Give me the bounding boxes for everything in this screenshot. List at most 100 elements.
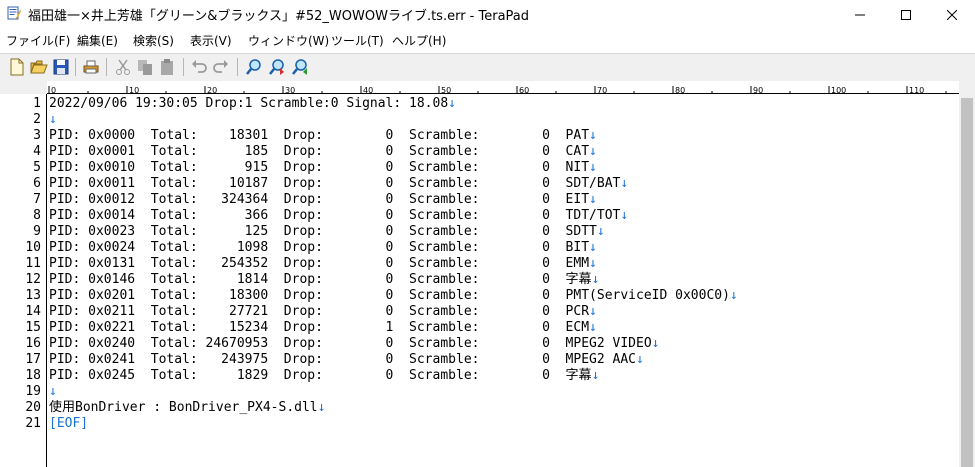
line-number: 12 (25, 272, 41, 287)
line-break-marker: ↓ (49, 384, 57, 399)
menu-view[interactable]: 表示(V) (190, 32, 232, 49)
find-prev-icon[interactable] (291, 58, 309, 76)
toolbar-separator (75, 58, 76, 76)
text-line[interactable]: PID: 0x0241 Total: 243975 Drop: 0 Scramb… (49, 352, 644, 368)
text-line[interactable]: PID: 0x0201 Total: 18300 Drop: 0 Scrambl… (49, 288, 738, 304)
text-line[interactable]: PID: 0x0014 Total: 366 Drop: 0 Scramble:… (49, 208, 628, 224)
close-button[interactable] (929, 0, 975, 29)
ruler-label: 30 (285, 86, 295, 94)
line-text: PID: 0x0240 Total: 24670953 Drop: 0 Scra… (49, 336, 652, 351)
cut-icon[interactable] (114, 58, 132, 76)
toolbar-separator (237, 58, 238, 76)
scrollbar-thumb[interactable] (961, 98, 973, 467)
line-break-marker: ↓ (596, 224, 605, 239)
menu-search[interactable]: 検索(S) (133, 32, 174, 49)
text-line[interactable]: PID: 0x0010 Total: 915 Drop: 0 Scramble:… (49, 160, 597, 176)
line-text: PID: 0x0011 Total: 10187 Drop: 0 Scrambl… (49, 176, 621, 191)
save-icon[interactable] (52, 58, 70, 76)
close-icon (947, 9, 957, 20)
line-break-marker: ↓ (591, 368, 600, 383)
text-line[interactable]: PID: 0x0240 Total: 24670953 Drop: 0 Scra… (49, 336, 659, 352)
toolbar-separator (183, 58, 184, 76)
line-text: PID: 0x0211 Total: 27721 Drop: 0 Scrambl… (49, 304, 590, 319)
ruler-label: 50 (441, 86, 451, 94)
line-break-marker: ↓ (448, 96, 456, 111)
text-line[interactable]: PID: 0x0146 Total: 1814 Drop: 0 Scramble… (49, 272, 599, 288)
line-break-marker: ↓ (589, 128, 597, 143)
line-break-marker: ↓ (589, 320, 597, 335)
ruler-label: 80 (675, 86, 685, 94)
line-number: 21 (25, 416, 41, 431)
eof-marker: [EOF] (49, 416, 89, 431)
line-text: PID: 0x0024 Total: 1098 Drop: 0 Scramble… (49, 240, 590, 255)
title-bar: 福田雄一×井上芳雄「グリーン&ブラックス」#52_WOWOWライブ.ts.err… (0, 0, 975, 29)
open-folder-icon[interactable] (30, 58, 48, 76)
line-number: 7 (33, 192, 41, 207)
text-line[interactable]: 使用BonDriver : BonDriver_PX4-S.dll↓ (49, 400, 325, 416)
vertical-scrollbar[interactable] (959, 81, 975, 467)
text-line[interactable]: ↓ (49, 384, 57, 400)
redo-icon[interactable] (212, 58, 230, 76)
ruler-label: 110 (909, 86, 924, 94)
text-line[interactable]: PID: 0x0023 Total: 125 Drop: 0 Scramble:… (49, 224, 605, 240)
line-number: 8 (33, 208, 41, 223)
line-break-marker: ↓ (651, 336, 660, 351)
menu-window[interactable]: ウィンドウ(W) (248, 32, 329, 49)
terapad-app-icon[interactable] (7, 6, 21, 20)
text-line[interactable]: PID: 0x0211 Total: 27721 Drop: 0 Scrambl… (49, 304, 597, 320)
text-line[interactable]: PID: 0x0001 Total: 185 Drop: 0 Scramble:… (49, 144, 597, 160)
line-number: 4 (33, 144, 41, 159)
line-text: PID: 0x0201 Total: 18300 Drop: 0 Scrambl… (49, 288, 730, 303)
line-break-marker: ↓ (636, 352, 644, 367)
toolbar (0, 53, 975, 81)
text-line[interactable]: PID: 0x0245 Total: 1829 Drop: 0 Scramble… (49, 368, 599, 384)
ruler-label: 40 (363, 86, 373, 94)
line-number: 2 (33, 112, 41, 127)
line-text: PID: 0x0221 Total: 15234 Drop: 1 Scrambl… (49, 320, 590, 335)
line-number: 5 (33, 160, 41, 175)
line-number: 14 (25, 304, 41, 319)
line-text: PID: 0x0000 Total: 18301 Drop: 0 Scrambl… (49, 128, 590, 143)
copy-icon[interactable] (136, 58, 154, 76)
text-editor-area[interactable]: 2022/09/06 19:30:05 Drop:1 Scramble:0 Si… (47, 94, 959, 467)
menu-edit[interactable]: 編集(E) (77, 32, 118, 49)
line-break-marker: ↓ (589, 304, 597, 319)
ruler-label: 100 (831, 86, 846, 94)
menu-file[interactable]: ファイル(F) (6, 32, 70, 49)
text-line[interactable]: 2022/09/06 19:30:05 Drop:1 Scramble:0 Si… (49, 96, 456, 112)
ruler-label: 70 (597, 86, 607, 94)
line-number: 1 (33, 96, 41, 111)
window-title: 福田雄一×井上芳雄「グリーン&ブラックス」#52_WOWOWライブ.ts.err… (28, 9, 530, 24)
maximize-button[interactable] (883, 0, 929, 29)
line-break-marker: ↓ (589, 160, 597, 175)
line-number: 3 (33, 128, 41, 143)
text-line[interactable]: ↓ (49, 112, 57, 128)
menu-help[interactable]: ヘルプ(H) (392, 32, 446, 49)
text-line[interactable]: [EOF] (49, 416, 88, 432)
line-break-marker: ↓ (620, 176, 629, 191)
line-number: 17 (25, 352, 41, 367)
ruler-label: 90 (753, 86, 763, 94)
line-break-marker: ↓ (589, 144, 597, 159)
ruler-ticks: 0 10 20 30 40 50 60 70 80 90 100 110 (48, 86, 947, 94)
find-next-icon[interactable] (268, 58, 286, 76)
column-ruler: 0 10 20 30 40 50 60 70 80 90 100 110 (47, 81, 959, 94)
text-line[interactable]: PID: 0x0000 Total: 18301 Drop: 0 Scrambl… (49, 128, 597, 144)
new-file-icon[interactable] (8, 58, 26, 76)
text-line[interactable]: PID: 0x0011 Total: 10187 Drop: 0 Scrambl… (49, 176, 628, 192)
line-text: PID: 0x0146 Total: 1814 Drop: 0 Scramble… (49, 272, 592, 287)
line-number: 16 (25, 336, 41, 351)
line-text: PID: 0x0131 Total: 254352 Drop: 0 Scramb… (49, 256, 590, 271)
undo-icon[interactable] (190, 58, 208, 76)
text-line[interactable]: PID: 0x0131 Total: 254352 Drop: 0 Scramb… (49, 256, 597, 272)
paste-icon[interactable] (158, 58, 176, 76)
line-break-marker: ↓ (317, 400, 326, 415)
text-line[interactable]: PID: 0x0012 Total: 324364 Drop: 0 Scramb… (49, 192, 597, 208)
print-icon[interactable] (82, 58, 100, 76)
minimize-button[interactable] (837, 0, 883, 29)
find-icon[interactable] (245, 58, 263, 76)
line-text: 使用BonDriver : BonDriver_PX4-S.dll (49, 400, 318, 415)
menu-tools[interactable]: ツール(T) (331, 32, 384, 49)
text-line[interactable]: PID: 0x0024 Total: 1098 Drop: 0 Scramble… (49, 240, 597, 256)
text-line[interactable]: PID: 0x0221 Total: 15234 Drop: 1 Scrambl… (49, 320, 597, 336)
